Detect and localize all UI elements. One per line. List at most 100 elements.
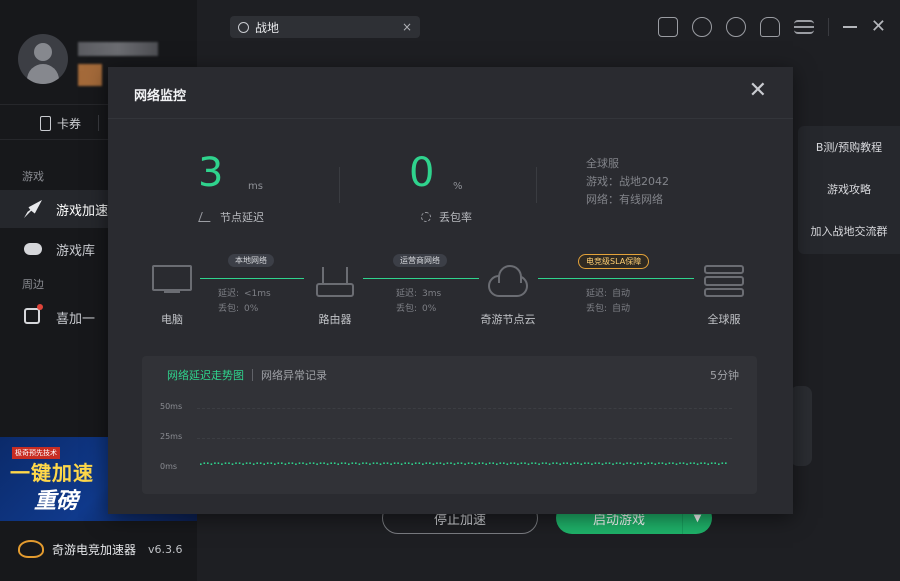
link-info-local: 延迟: <1ms 丢包: 0%: [218, 289, 271, 314]
latency-point: [541, 462, 544, 464]
pulse-icon: [198, 212, 214, 222]
link-line: [363, 278, 479, 279]
latency-point: [654, 463, 657, 465]
chart-period: 5分钟: [710, 369, 739, 382]
latency-point: [545, 462, 547, 464]
latency-point: [302, 462, 304, 464]
latency-point: [605, 462, 607, 464]
latency-point: [333, 462, 336, 464]
link-line: [200, 278, 304, 279]
latency-point: [665, 463, 667, 465]
latency-point: [506, 463, 509, 465]
latency-point: [555, 462, 558, 464]
latency-value: 3: [198, 150, 224, 196]
latency-point: [587, 462, 590, 464]
latency-point: [552, 462, 554, 464]
loss-label: 丢包率: [421, 209, 472, 225]
latency-point: [457, 462, 459, 464]
latency-point: [594, 462, 597, 464]
latency-point: [217, 462, 220, 464]
latency-point: [591, 463, 593, 465]
latency-point: [608, 462, 611, 464]
menu-icon[interactable]: [793, 20, 814, 34]
latency-point: [432, 463, 435, 465]
latency-point: [464, 463, 466, 465]
latency-point: [725, 462, 727, 464]
latency-point: [714, 462, 716, 464]
latency-point: [390, 463, 392, 465]
tab-anomaly-log[interactable]: 网络异常记录: [261, 367, 327, 383]
latency-point: [400, 463, 403, 465]
monitor-icon: [152, 265, 192, 293]
latency-point: [309, 462, 311, 464]
latency-point: [369, 463, 371, 465]
region-text: 全球服: [586, 157, 619, 170]
coupon-label: 卡券: [57, 117, 82, 131]
latency-point: [510, 462, 512, 464]
gamepad-icon: [24, 240, 42, 258]
latency-point: [256, 462, 258, 464]
latency-point: [379, 463, 382, 465]
latency-point: [584, 462, 586, 464]
latency-point: [601, 463, 604, 465]
banner-line2: 重磅: [34, 489, 79, 514]
headset-icon[interactable]: [725, 17, 746, 37]
latency-point: [675, 463, 678, 465]
latency-point: [651, 462, 653, 464]
latency-point: [344, 462, 347, 464]
search-input[interactable]: 战地 ×: [230, 16, 420, 38]
latency-point: [577, 462, 579, 464]
bell-icon[interactable]: [759, 17, 780, 37]
latency-point: [658, 462, 660, 464]
tab-latency-trend[interactable]: 网络延迟走势图: [167, 367, 244, 383]
latency-point: [538, 463, 540, 465]
user-badge-blurred: [78, 64, 102, 86]
router-icon: [316, 267, 354, 297]
side-link-tutorial[interactable]: B测/预购教程: [798, 126, 900, 168]
clear-search-icon[interactable]: ×: [402, 20, 412, 34]
minimize-icon[interactable]: [842, 26, 857, 28]
latency-point: [686, 463, 688, 465]
latency-point: [436, 462, 438, 464]
coupon-button[interactable]: 卡券: [40, 115, 81, 132]
latency-point: [259, 462, 262, 464]
latency-point: [566, 462, 568, 464]
latency-point: [531, 462, 533, 464]
node-pc: 电脑: [150, 265, 194, 327]
latency-point: [693, 462, 695, 464]
latency-point: [696, 463, 699, 465]
latency-unit: ms: [248, 181, 263, 192]
latency-point: [710, 462, 713, 464]
latency-point: [644, 463, 646, 465]
latency-point: [640, 462, 642, 464]
latency-point: [238, 462, 241, 464]
close-icon[interactable]: ✕: [871, 18, 886, 36]
network-text: 网络：有线网络: [586, 193, 663, 206]
latency-point: [707, 463, 709, 465]
close-dialog-icon[interactable]: ✕: [749, 80, 767, 102]
latency-point: [323, 462, 325, 464]
latency-point: [503, 462, 505, 464]
latency-point: [422, 463, 424, 465]
latency-point: [274, 463, 276, 465]
steam-icon[interactable]: [691, 17, 712, 37]
side-link-community[interactable]: 加入战地交流群: [798, 210, 900, 252]
latency-point: [245, 462, 248, 464]
epic-games-icon[interactable]: [657, 17, 678, 37]
latency-point: [235, 462, 237, 464]
avatar[interactable]: [18, 34, 68, 84]
y-tick-25: 25ms: [160, 432, 183, 441]
latency-point: [636, 462, 639, 464]
node-cloud: 奇游节点云: [478, 265, 538, 327]
node-global-server: 全球服: [702, 265, 746, 327]
latency-point: [351, 462, 354, 464]
side-panel: B测/预购教程 游戏攻略 加入战地交流群: [798, 126, 900, 254]
y-tick-0: 0ms: [160, 462, 178, 471]
latency-point: [242, 463, 244, 465]
loss-unit: %: [453, 181, 463, 192]
nav-label: 游戏加速: [56, 203, 109, 219]
side-link-guide[interactable]: 游戏攻略: [798, 168, 900, 210]
app-footer: 奇游电竞加速器 v6.3.6: [18, 540, 183, 558]
latency-point: [460, 462, 463, 464]
latency-point: [393, 462, 396, 464]
